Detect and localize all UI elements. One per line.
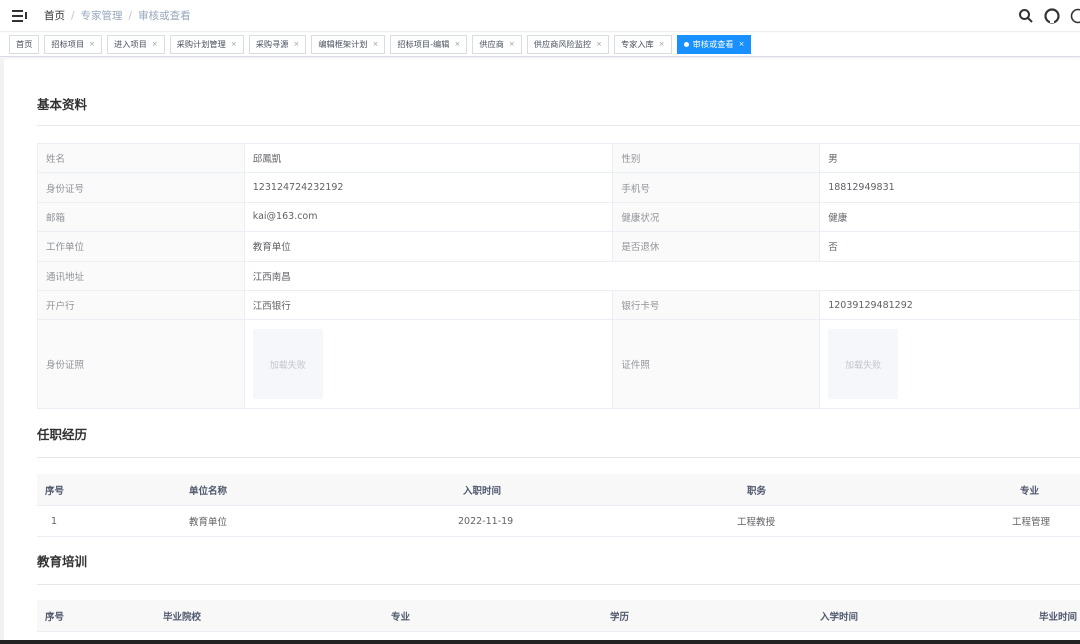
basic-info-table: 姓名 邱鳳凱 性别 男 身份证号 123124724232192 手机号 188… <box>37 142 1080 410</box>
card-label: 银行卡号 <box>612 289 821 321</box>
col-header-unit: 单位名称 <box>189 485 228 497</box>
health-label: 健康状况 <box>612 201 821 233</box>
navbar: 首页 / 专家管理 / 审核或查看 <box>0 0 1080 32</box>
work-unit-value: 教育单位 <box>243 231 614 262</box>
tag-enter-project[interactable]: 进入项目 × <box>107 35 165 54</box>
section-title-employment: 任职经历 <box>37 427 88 442</box>
retired-value: 否 <box>819 231 1080 262</box>
cell-hire-date: 2022-11-19 <box>458 515 514 527</box>
col-header-major: 专业 <box>1020 485 1040 497</box>
close-icon[interactable]: × <box>739 36 745 53</box>
cert-photo-status: 加载失败 <box>845 360 882 371</box>
col-header-start-date: 入学时间 <box>820 611 859 623</box>
close-icon[interactable]: × <box>372 36 378 53</box>
col-header-index: 序号 <box>45 485 65 497</box>
search-icon[interactable] <box>1018 8 1034 24</box>
section-title-education: 教育培训 <box>37 554 88 569</box>
breadcrumb-home[interactable]: 首页 <box>44 8 65 23</box>
tag-bidding-project[interactable]: 招标项目 × <box>44 35 103 54</box>
col-header-major: 专业 <box>391 611 411 623</box>
close-icon[interactable]: × <box>659 36 665 53</box>
table-header-row: 序号 单位名称 入职时间 职务 专业 <box>37 474 1080 506</box>
bottom-edge <box>0 640 1080 644</box>
close-icon[interactable]: × <box>293 36 299 53</box>
col-header-index: 序号 <box>45 611 65 623</box>
card-value: 12039129481292 <box>819 289 1080 321</box>
bank-value: 江西银行 <box>243 289 614 321</box>
close-icon[interactable]: × <box>231 36 237 53</box>
employment-table: 序号 单位名称 入职时间 职务 专业 1 教育单位 2022-11-19 工程教… <box>37 474 1080 537</box>
close-icon[interactable]: × <box>596 36 602 53</box>
table-header-row: 序号 毕业院校 专业 学历 入学时间 毕业时间 <box>37 600 1080 632</box>
tag-procurement-sourcing[interactable]: 采购寻源 × <box>248 35 307 54</box>
name-value: 邱鳳凱 <box>243 142 614 174</box>
address-value: 江西南昌 <box>243 260 1080 291</box>
tag-review-view[interactable]: 审核或查看 × <box>676 35 752 54</box>
breadcrumb-expert-management[interactable]: 专家管理 <box>81 8 123 23</box>
cell-index: 1 <box>51 515 58 527</box>
table-row: 1 教育单位 2022-11-19 工程教授 工程管理 <box>37 506 1080 537</box>
section-title-basic: 基本资料 <box>37 97 88 112</box>
close-icon[interactable]: × <box>152 36 158 53</box>
active-dot-icon <box>683 42 689 47</box>
close-icon[interactable]: × <box>89 36 95 53</box>
divider <box>37 125 1080 126</box>
id-photo-label: 身份证照 <box>37 319 245 410</box>
tag-supplier[interactable]: 供应商 × <box>472 35 522 54</box>
github-icon[interactable] <box>1044 8 1060 24</box>
name-label: 姓名 <box>37 142 245 174</box>
cert-photo-label: 证件照 <box>612 319 821 410</box>
tag-procurement-plan[interactable]: 采购计划管理 × <box>169 35 244 54</box>
col-header-degree: 学历 <box>610 611 630 623</box>
education-table: 序号 毕业院校 专业 学历 入学时间 毕业时间 <box>37 600 1080 632</box>
col-header-hire-date: 入职时间 <box>463 485 502 497</box>
menu-icon[interactable] <box>12 9 28 23</box>
id-number-value: 123124724232192 <box>243 172 614 203</box>
divider <box>37 457 1080 458</box>
id-number-label: 身份证号 <box>37 172 245 203</box>
tag-supplier-risk[interactable]: 供应商风险监控 × <box>526 35 609 54</box>
bank-label: 开户行 <box>37 289 245 321</box>
email-label: 邮箱 <box>37 201 245 233</box>
health-value: 健康 <box>819 201 1080 233</box>
close-icon[interactable]: × <box>509 36 515 53</box>
cell-major: 工程管理 <box>1012 517 1051 528</box>
email-value: kai@163.com <box>243 201 614 233</box>
id-photo-status: 加载失败 <box>269 360 306 371</box>
divider <box>37 584 1080 585</box>
phone-label: 手机号 <box>612 172 821 203</box>
cell-position: 工程教授 <box>737 517 776 528</box>
help-icon[interactable] <box>1070 8 1080 24</box>
close-icon[interactable]: × <box>454 36 460 53</box>
address-label: 通讯地址 <box>37 260 245 291</box>
work-unit-label: 工作单位 <box>37 231 245 262</box>
cell-unit: 教育单位 <box>189 517 228 528</box>
id-photo-image[interactable]: 加载失败 <box>252 329 323 400</box>
col-header-school: 毕业院校 <box>163 611 202 623</box>
breadcrumb: 首页 / 专家管理 / 审核或查看 <box>44 8 191 23</box>
col-header-end-date: 毕业时间 <box>1039 611 1078 623</box>
gender-label: 性别 <box>612 142 821 174</box>
cert-photo-image[interactable]: 加载失败 <box>828 329 899 400</box>
breadcrumb-current: 审核或查看 <box>138 10 191 22</box>
left-edge <box>0 58 4 644</box>
tag-home[interactable]: 首页 <box>9 35 40 54</box>
retired-label: 是否退休 <box>612 231 821 262</box>
phone-value: 18812949831 <box>819 172 1080 203</box>
tags-view: 首页 招标项目 × 进入项目 × 采购计划管理 × 采购寻源 × 编辑框架计划 × 招标项… <box>0 33 1080 57</box>
gender-value: 男 <box>819 142 1080 174</box>
col-header-position: 职务 <box>747 485 767 497</box>
tag-expert-storage[interactable]: 专家入库 × <box>613 35 672 54</box>
tag-edit-framework-plan[interactable]: 编辑框架计划 × <box>311 35 386 54</box>
tag-bidding-project-edit[interactable]: 招标项目-编辑 × <box>390 35 468 54</box>
